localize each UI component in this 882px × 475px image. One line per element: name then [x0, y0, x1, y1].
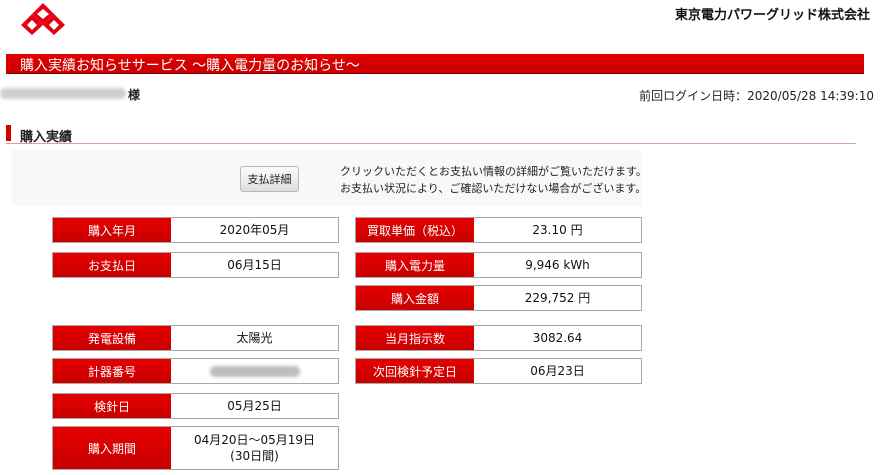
purchase-period-days: (30日間) [230, 449, 279, 463]
energy-label: 購入電力量 [356, 253, 474, 277]
next-reading-row: 次回検針予定日 06月23日 [355, 358, 642, 384]
purchase-period-label: 購入期間 [53, 427, 171, 469]
facility-row: 発電設備 太陽光 [52, 325, 339, 351]
notice-line-1: クリックいただくとお支払い情報の詳細がご覧いただけます。 [340, 165, 647, 178]
amount-label: 購入金額 [356, 286, 474, 310]
unit-price-value: 23.10 円 [532, 223, 583, 237]
section-marker [6, 125, 11, 141]
facility-label: 発電設備 [53, 326, 171, 350]
purchase-period-row: 購入期間 04月20日～05月19日 (30日間) [52, 426, 339, 470]
payment-date-label: お支払日 [53, 253, 171, 277]
amount-value: 229,752 円 [524, 291, 591, 305]
next-reading-label: 次回検針予定日 [356, 359, 474, 383]
unit-price-label: 買取単価（税込） [356, 218, 474, 242]
notice-line-2: お支払い状況により、ご確認いただけない場合がございます。 [340, 182, 647, 195]
meter-number-label: 計器番号 [53, 359, 171, 383]
reading-date-label: 検針日 [53, 394, 171, 418]
user-honorific: 様 [128, 88, 141, 102]
service-title: 購入実績お知らせサービス ～購入電力量のお知らせ～ [20, 58, 360, 74]
next-reading-value: 06月23日 [530, 364, 585, 378]
meter-reading-label: 当月指示数 [356, 326, 474, 350]
purchase-month-label: 購入年月 [53, 218, 171, 242]
payment-date-value: 06月15日 [227, 258, 282, 272]
energy-row: 購入電力量 9,946 kWh [355, 252, 642, 278]
payment-date-row: お支払日 06月15日 [52, 252, 339, 278]
energy-value: 9,946 kWh [525, 258, 590, 272]
last-login-time: 前回ログイン日時：2020/05/28 14:39:10 [639, 89, 874, 103]
company-name: 東京電力パワーグリッド株式会社 [674, 8, 870, 23]
amount-row: 購入金額 229,752 円 [355, 285, 642, 311]
purchase-period-range: 04月20日～05月19日 [193, 433, 316, 447]
unit-price-row: 買取単価（税込） 23.10 円 [355, 217, 642, 243]
tepco-logo [21, 3, 65, 35]
payment-detail-button[interactable]: 支払詳細 [240, 166, 299, 192]
detail-notice: クリックいただくとお支払い情報の詳細がご覧いただけます。 お支払い状況により、ご… [340, 163, 647, 197]
meter-reading-row: 当月指示数 3082.64 [355, 325, 642, 351]
reading-date-row: 検針日 05月25日 [52, 393, 339, 419]
section-divider [6, 143, 856, 144]
meter-number-row: 計器番号 [52, 358, 339, 384]
user-name-redacted [0, 88, 126, 99]
meter-reading-value: 3082.64 [532, 331, 583, 345]
purchase-month-value: 2020年05月 [219, 223, 290, 237]
meter-number-value [171, 359, 338, 383]
reading-date-value: 05月25日 [227, 399, 282, 413]
purchase-month-row: 購入年月 2020年05月 [52, 217, 339, 243]
service-title-bar: 購入実績お知らせサービス ～購入電力量のお知らせ～ [6, 54, 864, 74]
purchase-period-value: 04月20日～05月19日 (30日間) [171, 427, 338, 469]
facility-value: 太陽光 [236, 331, 273, 345]
meter-number-redacted [209, 365, 300, 377]
